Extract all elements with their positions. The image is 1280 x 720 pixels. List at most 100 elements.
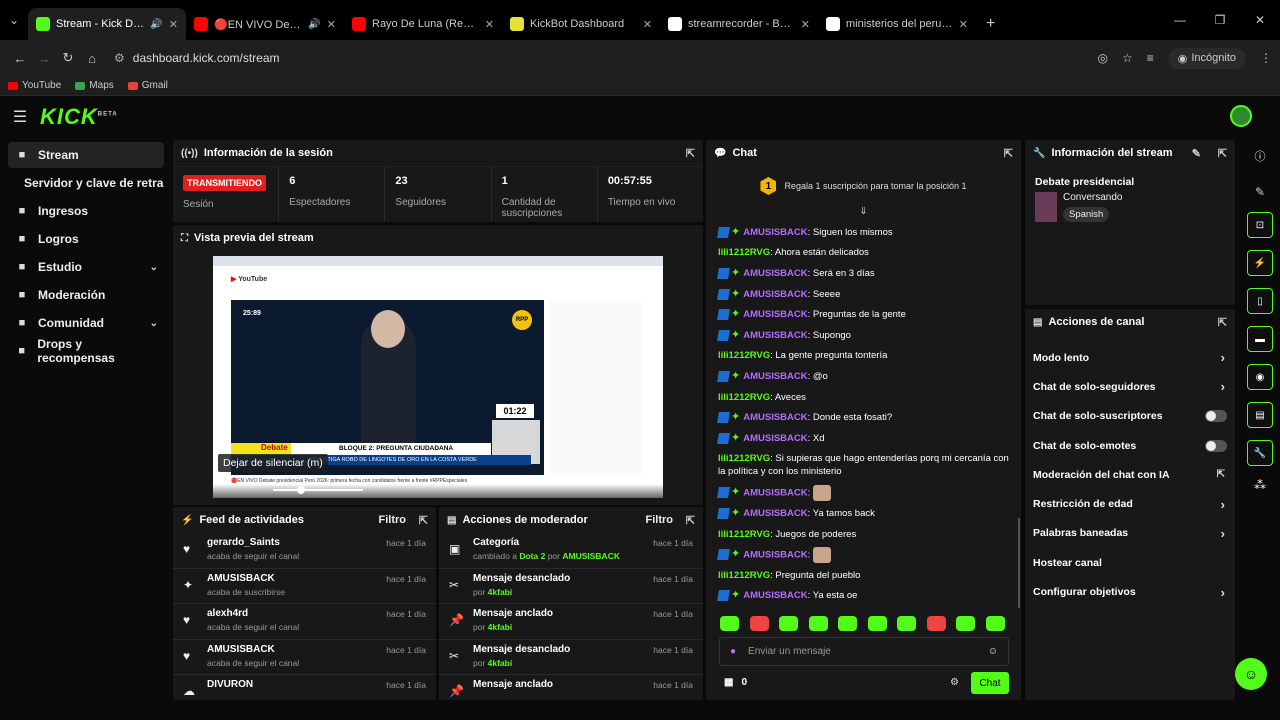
toggle-switch[interactable] [1205,439,1227,452]
sidebar-item[interactable]: ■ Estudio ⌄ [8,254,164,280]
chat-message[interactable]: ✦ AMUSISBACK: [706,544,1021,565]
chat-input[interactable]: ● Enviar un mensaje ☺ [719,637,1009,666]
hamburger-menu-icon[interactable]: ☰ [0,107,40,127]
chat-message[interactable]: lili1212RVG: Aveces [706,387,1021,408]
volume-slider[interactable] [273,489,363,491]
chat-username[interactable]: AMUSISBACK [743,289,807,300]
chat-username[interactable]: AMUSISBACK [743,508,807,519]
gift-sub-banner[interactable]: 1 Regala 1 suscripción para tomar la pos… [706,166,1021,206]
rail-wrench-icon[interactable]: 🔧 [1247,440,1273,466]
sidebar-item[interactable]: ■ Moderación [8,282,164,308]
incognito-indicator[interactable]: ◉ Incógnito [1167,47,1246,69]
rail-document-icon[interactable]: ▯ [1247,288,1273,314]
back-icon[interactable]: ← [8,51,32,66]
rail-lightning-icon[interactable]: ⚡ [1247,250,1273,276]
browser-tab[interactable]: KickBot Dashboard ✕ [502,8,660,40]
restore-icon[interactable]: ❐ [1200,13,1240,27]
chat-username[interactable]: lili1212RVG [718,247,770,258]
emote-icon[interactable] [720,616,739,631]
browser-tab[interactable]: Rayo De Luna (Remastered 201 ✕ [344,8,502,40]
mod-detail-hl1[interactable]: 4kfabi [488,587,513,597]
channel-action[interactable]: Palabras baneadas › [1025,519,1235,548]
chat-message[interactable]: ✦ AMUSISBACK: Ya esta oe [706,586,1021,607]
close-window-icon[interactable]: ✕ [1240,13,1280,27]
chat-message[interactable]: lili1212RVG: Si supieras que hago entend… [706,449,1021,483]
rail-nodes-icon[interactable]: ⁂ [1240,478,1280,516]
user-avatar[interactable] [1230,105,1252,127]
browser-tab[interactable]: streamrecorder - Buscar con Go ✕ [660,8,818,40]
chat-message[interactable]: ✦ AMUSISBACK: Ya tamos back [706,503,1021,524]
speaker-icon[interactable]: 🔊 [150,19,162,30]
chat-scrollbar[interactable] [1018,518,1020,608]
reload-icon[interactable]: ↻ [56,50,80,66]
chevron-right-icon[interactable]: › [1221,379,1225,394]
info-icon[interactable]: ⓘ [1240,140,1280,172]
external-link-icon[interactable]: ⇱ [1217,469,1225,480]
volume-slider-handle[interactable] [297,486,305,494]
channel-action[interactable]: Modo lento › [1025,343,1235,372]
speaker-icon[interactable]: 🔊 [308,19,320,30]
chevron-down-icon[interactable]: ⌄ [150,318,158,329]
sidebar-item[interactable]: ■ Drops y recompensas [8,337,164,365]
chat-settings-icon[interactable]: ⚙ [950,677,959,688]
channel-action[interactable]: Configurar objetivos › [1025,577,1235,606]
filter-button[interactable]: Filtro [646,514,674,526]
tab-close-icon[interactable]: ✕ [169,18,178,31]
tab-close-icon[interactable]: ✕ [959,18,968,31]
minimize-icon[interactable]: — [1160,13,1200,27]
emote-icon[interactable] [956,616,975,631]
chat-message[interactable]: ✦ AMUSISBACK: Supongo [706,325,1021,346]
mod-detail-hl2[interactable]: AMUSISBACK [562,551,620,561]
kick-logo[interactable]: KICKBETA [40,104,118,130]
rail-chat-icon[interactable]: ▬ [1247,326,1273,352]
sidebar-item[interactable]: ■ Ingresos [8,198,164,224]
edit-icon[interactable]: ✎ [1240,172,1280,212]
sidebar-item[interactable]: ■ Stream [8,142,164,168]
tab-search-icon[interactable]: ⌄ [0,0,28,40]
chat-message[interactable]: ✦ AMUSISBACK: [706,483,1021,504]
popout-icon[interactable]: ⇱ [419,514,428,527]
emote-icon[interactable] [808,616,828,631]
browser-tab[interactable]: ministerios del peru - Buscar co ✕ [818,8,976,40]
popout-icon[interactable]: ⇱ [1004,147,1013,160]
chat-username[interactable]: AMUSISBACK [743,487,807,498]
mic-icon[interactable]: ● [730,646,736,657]
chevron-down-icon[interactable]: ⌄ [150,262,158,273]
chat-username[interactable]: lili1212RVG [718,570,770,581]
chat-username[interactable]: AMUSISBACK [743,268,807,279]
url-field[interactable]: ⚙ dashboard.kick.com/stream [114,45,1097,71]
channel-action[interactable]: Hostear canal [1025,548,1235,577]
channel-action[interactable]: Chat de solo-suscriptores [1025,402,1235,431]
chat-username[interactable]: AMUSISBACK [743,412,807,423]
tab-close-icon[interactable]: ✕ [327,18,336,31]
emote-icon[interactable] [897,616,916,631]
browser-menu-icon[interactable]: ⋮ [1260,51,1272,65]
channel-action[interactable]: Moderación del chat con IA ⇱ [1025,460,1235,489]
chat-message[interactable]: lili1212RVG: Pregunta del pueblo [706,565,1021,586]
chat-username[interactable]: AMUSISBACK [743,330,807,341]
browser-tab[interactable]: Stream - Kick Dashboard 🔊 ✕ [28,8,186,40]
browser-tab[interactable]: 🔴EN VIVO Debate preside 🔊 ✕ [186,8,344,40]
chat-message[interactable]: ✦ AMUSISBACK: Siguen los mismos [706,222,1021,243]
channel-action[interactable]: Chat de solo-emotes [1025,431,1235,460]
channel-action[interactable]: Restricción de edad › [1025,489,1235,518]
home-icon[interactable]: ⌂ [80,51,104,66]
chat-username[interactable]: AMUSISBACK [743,227,807,238]
sidebar-subitem-server-key[interactable]: Servidor y clave de retransmisión [8,170,164,196]
edit-pencil-icon[interactable]: ✎ [1192,147,1201,160]
media-control-icon[interactable]: ≡ [1147,51,1154,65]
popout-icon[interactable]: ⇱ [1218,316,1227,329]
emote-icon[interactable] [985,616,1005,631]
channel-action[interactable]: Chat de solo-seguidores › [1025,372,1235,401]
emoji-picker-icon[interactable]: ☺ [988,646,998,657]
emote-icon[interactable] [926,616,946,631]
eye-off-icon[interactable]: ◎ [1097,51,1107,65]
popout-icon[interactable]: ⇱ [686,514,695,527]
chat-username[interactable]: lili1212RVG [718,392,770,403]
chat-message[interactable]: ✦ AMUSISBACK: @o [706,366,1021,387]
bookmark-gmail[interactable]: Gmail [127,80,168,91]
chat-username[interactable]: lili1212RVG [718,529,770,540]
chat-message[interactable]: lili1212RVG: Ahora están delicados [706,243,1021,264]
rail-list-icon[interactable]: ▤ [1247,402,1273,428]
emote-icon[interactable] [838,616,857,631]
